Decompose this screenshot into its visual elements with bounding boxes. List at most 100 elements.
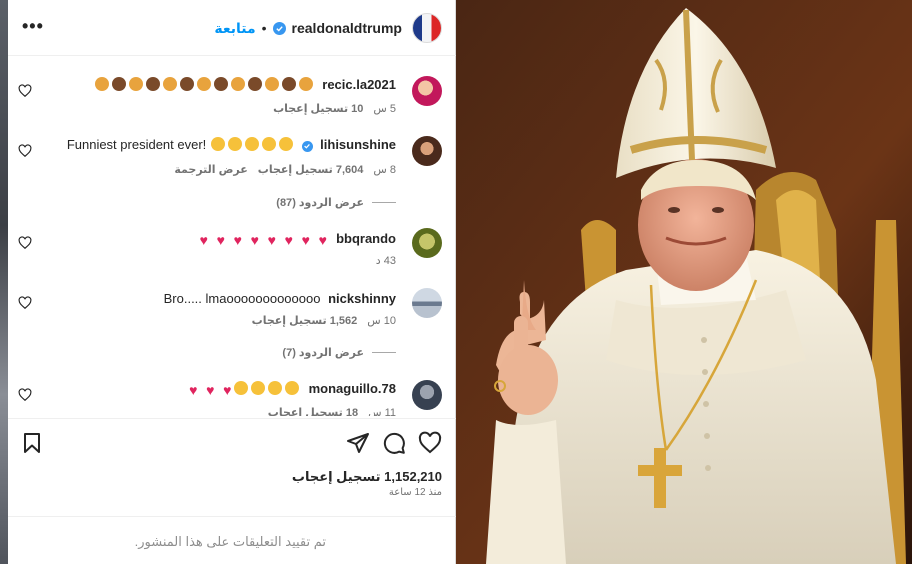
praying-hands-emoji: [180, 77, 195, 91]
praying-hands-emoji: [129, 77, 144, 91]
comment-meta: 5 س 10 تسجيل إعجاب: [273, 102, 396, 115]
praying-hands-emoji: [146, 77, 161, 91]
praying-hands-emoji: [163, 77, 178, 91]
separator-dot: •: [261, 20, 267, 36]
heart-emoji: ♥: [189, 382, 198, 398]
comment-item: ♥ ♥ ♥ ♥ ♥ ♥ ♥ ♥ bbqrando 43 د: [8, 222, 456, 272]
comment-time[interactable]: 43 د: [376, 254, 396, 267]
heart-emoji: ♥: [223, 382, 232, 398]
more-options-icon[interactable]: •••: [22, 16, 44, 38]
verified-badge-icon: [272, 21, 286, 35]
author-username[interactable]: realdonaldtrump: [292, 20, 402, 36]
comment-time[interactable]: 11 س: [368, 406, 396, 416]
heart-icon[interactable]: [418, 431, 442, 455]
comment-emoji-row: ♥ ♥ ♥ ♥ ♥ ♥ ♥ ♥: [192, 231, 328, 248]
comment-heart-icon[interactable]: [18, 84, 32, 98]
comment-text: Bro..... lmaooooooooooooo: [163, 291, 321, 306]
comment-item: recic.la2021 5 س 10 تسجيل إعجاب: [8, 70, 456, 120]
comment-text: Funniest president ever!: [66, 137, 207, 152]
see-translation-link[interactable]: عرض الترجمة: [174, 163, 247, 176]
heart-emoji: ♥: [233, 232, 242, 248]
comment-meta: 8 س 7,604 تسجيل إعجاب عرض الترجمة: [174, 163, 396, 176]
post-image-illustration: [456, 0, 912, 564]
comment-emoji-row: [210, 137, 295, 152]
comment-likes[interactable]: 18 تسجيل إعجاب: [268, 406, 358, 416]
comment-body: recic.la2021: [94, 76, 396, 94]
laughing-emoji: [268, 381, 283, 395]
comment-body: Funniest president ever! lihisunshine: [67, 136, 396, 154]
view-replies-label: عرض الردود (87): [276, 197, 364, 209]
laughing-emoji: [245, 137, 260, 151]
comment-body: Bro..... lmaooooooooooooo nickshinny: [164, 290, 396, 308]
author-row: متابعة • realdonaldtrump: [214, 12, 442, 44]
post-header: ••• متابعة • realdonaldtrump: [8, 0, 456, 56]
comment-time[interactable]: 8 س: [373, 163, 396, 176]
laughing-emoji: [251, 381, 266, 395]
comment-likes[interactable]: 7,604 تسجيل إعجاب: [258, 163, 364, 176]
comment-heart-icon[interactable]: [18, 388, 32, 402]
heart-emoji: ♥: [318, 232, 327, 248]
view-replies-button[interactable]: عرض الردود (7): [282, 346, 396, 359]
comment-meta: 11 س 18 تسجيل إعجاب: [268, 406, 396, 416]
comment-username[interactable]: nickshinny: [328, 291, 396, 306]
comment-username[interactable]: bbqrando: [336, 231, 396, 246]
heart-emoji: ♥: [267, 232, 276, 248]
laughing-emoji: [211, 137, 226, 151]
post-like-count[interactable]: 1,152,210 تسجيل إعجاب: [292, 469, 442, 485]
heart-emoji: ♥: [199, 232, 208, 248]
comment-list[interactable]: recic.la2021 5 س 10 تسجيل إعجاب Funniest…: [8, 56, 456, 416]
post-actions: 1,152,210 تسجيل إعجاب منذ 12 ساعة: [8, 418, 456, 516]
heart-emoji: ♥: [250, 232, 259, 248]
praying-hands-emoji: [112, 77, 127, 91]
heart-emoji: ♥: [284, 232, 293, 248]
comment-username[interactable]: monaguillo.78: [309, 381, 396, 396]
commenter-avatar[interactable]: [412, 228, 442, 258]
comment-meta: 43 د: [376, 254, 396, 267]
heart-emoji: ♥: [216, 232, 225, 248]
praying-hands-emoji: [265, 77, 280, 91]
page-backdrop: [0, 0, 8, 564]
praying-hands-emoji: [299, 77, 314, 91]
laughing-emoji: [228, 137, 243, 151]
praying-hands-emoji: [248, 77, 263, 91]
comments-restricted-bar: تم تقييد التعليقات على هذا المنشور.: [8, 516, 456, 564]
comments-restricted-notice: تم تقييد التعليقات على هذا المنشور.: [134, 534, 326, 549]
heart-emoji: ♥: [301, 232, 310, 248]
comment-likes[interactable]: 1,562 تسجيل إعجاب: [252, 314, 358, 327]
laughing-emoji: [285, 381, 300, 395]
post-time[interactable]: منذ 12 ساعة: [389, 487, 442, 498]
comment-icon[interactable]: [382, 431, 406, 455]
share-icon[interactable]: [346, 431, 370, 455]
comment-item: Funniest president ever! lihisunshine 8 …: [8, 130, 456, 210]
bookmark-icon[interactable]: [20, 431, 44, 455]
comment-heart-icon[interactable]: [18, 296, 32, 310]
commenter-avatar[interactable]: [412, 76, 442, 106]
laughing-emoji: [234, 381, 249, 395]
comment-username[interactable]: lihisunshine: [320, 137, 396, 152]
comment-heart-icon[interactable]: [18, 236, 32, 250]
commenter-avatar[interactable]: [412, 380, 442, 410]
comment-likes[interactable]: 10 تسجيل إعجاب: [273, 102, 363, 115]
replies-line: [372, 352, 396, 353]
post-image[interactable]: [456, 0, 912, 564]
author-avatar[interactable]: [412, 13, 442, 43]
follow-button[interactable]: متابعة: [214, 20, 255, 37]
heart-emoji: ♥: [206, 382, 215, 398]
praying-hands-emoji: [214, 77, 229, 91]
comment-heart-icon[interactable]: [18, 144, 32, 158]
commenter-avatar[interactable]: [412, 136, 442, 166]
commenter-avatar[interactable]: [412, 288, 442, 318]
comment-username[interactable]: recic.la2021: [322, 77, 396, 92]
comment-time[interactable]: 10 س: [367, 314, 396, 327]
laughing-emoji: [262, 137, 277, 151]
comment-body: ♥ ♥ ♥ monaguillo.78: [182, 380, 396, 398]
post-modal: ••• متابعة • realdonaldtrump recic.la202…: [0, 0, 912, 564]
laughing-emoji: [279, 137, 294, 151]
view-replies-button[interactable]: عرض الردود (87): [276, 196, 396, 209]
praying-hands-emoji: [282, 77, 297, 91]
praying-hands-emoji: [197, 77, 212, 91]
comment-emoji-row: [94, 77, 315, 92]
comment-time[interactable]: 5 س: [373, 102, 396, 115]
praying-hands-emoji: [231, 77, 246, 91]
replies-line: [372, 202, 396, 203]
